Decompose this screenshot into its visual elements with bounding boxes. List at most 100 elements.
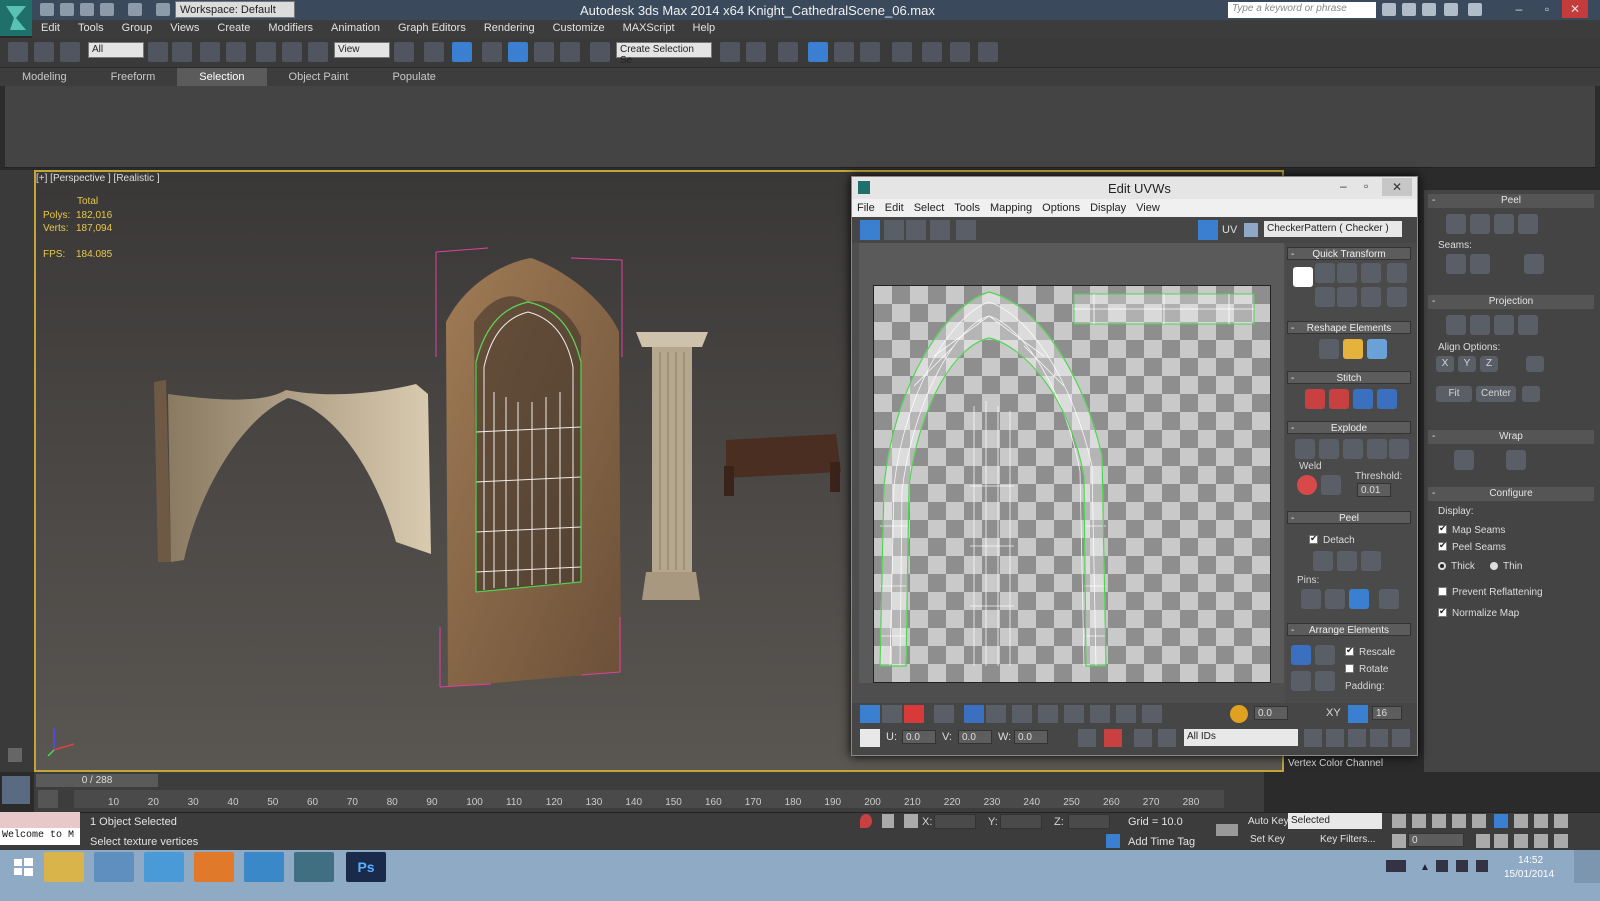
pack-custom-icon[interactable] <box>1291 671 1311 691</box>
tab-freeform[interactable]: Freeform <box>89 68 178 86</box>
menu-tools[interactable]: Tools <box>69 20 113 36</box>
v-input[interactable]: 0.0 <box>958 730 992 744</box>
selection-filter-dropdown[interactable]: All <box>88 42 144 58</box>
uvw-maximize-button[interactable]: ▫ <box>1364 179 1368 193</box>
rendered-frame-window-icon[interactable] <box>950 42 970 62</box>
unlink-icon[interactable] <box>34 42 54 62</box>
pivot-center-icon[interactable] <box>394 42 414 62</box>
grow-selection-icon[interactable] <box>964 705 984 723</box>
arrange-elements-rollout[interactable]: Arrange Elements <box>1287 623 1411 637</box>
menu-views[interactable]: Views <box>161 20 208 36</box>
menu-maxscript[interactable]: MAXScript <box>614 20 684 36</box>
snap-icon[interactable] <box>1392 729 1410 747</box>
maxscript-listener-output[interactable] <box>0 812 80 828</box>
help-icon[interactable] <box>1468 3 1482 16</box>
maxscript-mini-listener[interactable]: Welcome to M <box>0 828 80 845</box>
percent-snap-icon[interactable] <box>534 42 554 62</box>
threshold-input[interactable]: 0.01 <box>1357 483 1391 497</box>
time-slider[interactable]: 0 / 288 <box>36 774 158 787</box>
explode-settings-icon[interactable] <box>1389 439 1409 459</box>
uvw-menu-display[interactable]: Display <box>1085 199 1131 217</box>
reference-coordinate-dropdown[interactable]: View <box>334 42 390 58</box>
detach-checkbox[interactable]: Detach <box>1309 533 1355 546</box>
workspace-dropdown[interactable]: Workspace: Default <box>175 1 295 18</box>
fit-button[interactable]: Fit <box>1436 386 1472 402</box>
align-x-button[interactable]: X <box>1436 356 1454 372</box>
scale-icon[interactable] <box>308 42 328 62</box>
explode-rollout[interactable]: Explode <box>1287 421 1411 435</box>
zoom-icon[interactable] <box>1326 729 1344 747</box>
move-icon[interactable] <box>256 42 276 62</box>
align-z-button[interactable]: Z <box>1480 356 1498 372</box>
save-file-icon[interactable] <box>80 3 94 16</box>
loop-icon[interactable] <box>1012 705 1032 723</box>
3ds-max-launcher-icon[interactable] <box>244 852 284 882</box>
straighten-selection-icon[interactable] <box>1319 339 1339 359</box>
map-seams-checkbox[interactable]: Map Seams <box>1438 523 1505 536</box>
wrap-rollout[interactable]: Wrap <box>1428 430 1594 444</box>
peel-rollout[interactable]: Peel <box>1428 194 1594 208</box>
layer-manager-icon[interactable] <box>778 42 798 62</box>
zoom-extents-viewport-icon[interactable] <box>1534 814 1548 828</box>
normalize-map-checkbox[interactable]: Normalize Map <box>1438 606 1519 619</box>
pan-view-icon[interactable] <box>1514 834 1528 848</box>
angle-snap-icon[interactable] <box>508 42 528 62</box>
lock-selection-icon[interactable] <box>1078 729 1096 747</box>
uvw-menu-options[interactable]: Options <box>1037 199 1085 217</box>
unfold-strip-icon[interactable] <box>1506 450 1526 470</box>
clock-time[interactable]: 14:52 <box>1518 855 1543 866</box>
planar-map-icon[interactable] <box>1446 315 1466 335</box>
peel-mode-uvw-icon[interactable] <box>1337 551 1357 571</box>
ring-grow-icon[interactable] <box>1090 705 1110 723</box>
uvw-checker-settings-icon[interactable] <box>1244 223 1258 237</box>
uvw-freeform-icon[interactable] <box>930 220 950 240</box>
cylindrical-map-icon[interactable] <box>1470 315 1490 335</box>
rescale-checkbox[interactable]: Rescale <box>1345 645 1395 658</box>
uvw-texture-dropdown[interactable]: CheckerPattern ( Checker ) <box>1264 221 1402 237</box>
loop-grow-icon[interactable] <box>1064 705 1084 723</box>
auto-key-button[interactable]: Auto Key <box>1248 816 1289 827</box>
uvw-menu-tools[interactable]: Tools <box>949 199 985 217</box>
isolate-selection-icon[interactable] <box>860 814 872 828</box>
current-frame-input[interactable]: 0 <box>1408 833 1464 847</box>
window-crossing-icon[interactable] <box>226 42 246 62</box>
thick-radio[interactable]: Thick <box>1438 561 1475 572</box>
explode-to-smoothing-icon[interactable] <box>1319 439 1339 459</box>
z-coord-input[interactable] <box>1068 814 1110 829</box>
communication-center-icon[interactable] <box>1422 3 1436 16</box>
menu-modifiers[interactable]: Modifiers <box>259 20 322 36</box>
linear-align-icon[interactable] <box>1337 287 1357 307</box>
time-tag-icon[interactable] <box>1106 834 1120 848</box>
snaps-toggle-icon[interactable] <box>482 42 502 62</box>
binoculars-icon[interactable] <box>1382 3 1396 16</box>
space-vertical-icon[interactable] <box>1387 287 1407 307</box>
uvw-show-map-icon[interactable] <box>1198 220 1218 240</box>
soft-selection-value[interactable]: 0.0 <box>1254 706 1288 720</box>
tab-selection[interactable]: Selection <box>177 68 267 86</box>
relax-icon[interactable] <box>1343 339 1363 359</box>
stitch-average-icon[interactable] <box>1329 389 1349 409</box>
tray-arrow-icon[interactable]: ▲ <box>1420 862 1430 873</box>
3ds-max-taskbar-icon[interactable] <box>294 852 334 882</box>
viewport-label[interactable]: [+] [Perspective ] [Realistic ] <box>36 173 160 184</box>
menu-rendering[interactable]: Rendering <box>475 20 544 36</box>
viewport-play-icon[interactable] <box>8 748 22 762</box>
tab-object-paint[interactable]: Object Paint <box>267 68 371 86</box>
unpin-icon[interactable] <box>1325 589 1345 609</box>
soft-selection-icon[interactable] <box>1230 705 1248 723</box>
undo-icon[interactable] <box>100 3 114 16</box>
zoom-all-icon[interactable] <box>1514 814 1528 828</box>
render-production-icon[interactable] <box>978 42 998 62</box>
select-element-icon[interactable] <box>934 705 954 723</box>
timeline-toggle-icon[interactable] <box>38 790 58 808</box>
point-to-point-seam-icon[interactable] <box>1470 254 1490 274</box>
spline-map-icon[interactable] <box>1454 450 1474 470</box>
peel-mode-icon[interactable] <box>1470 214 1490 234</box>
peel-section-rollout[interactable]: Peel <box>1287 511 1411 525</box>
box-map-icon[interactable] <box>1518 315 1538 335</box>
rotate-icon[interactable] <box>282 42 302 62</box>
edge-mode-icon[interactable] <box>882 705 902 723</box>
zoom-viewport-icon[interactable] <box>1494 814 1508 828</box>
uvw-rotate-icon[interactable] <box>884 220 904 240</box>
key-mode-toggle-icon[interactable] <box>1392 834 1406 848</box>
